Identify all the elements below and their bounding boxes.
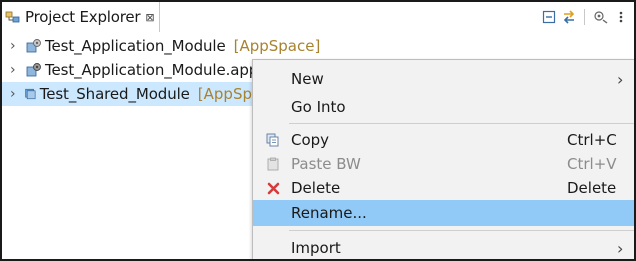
toolbar-separator: [584, 9, 585, 25]
view-toolbar: [538, 7, 630, 27]
project-explorer-tab[interactable]: Project Explorer ⊠: [2, 2, 160, 32]
menu-item-shortcut: Ctrl+C: [567, 131, 617, 149]
submenu-arrow-icon: ›: [617, 69, 624, 89]
shared-module-icon: [25, 88, 36, 100]
menu-item-label: Delete: [291, 179, 341, 197]
collapse-all-icon[interactable]: [540, 8, 558, 26]
menu-item-shortcut: Ctrl+V: [567, 155, 617, 173]
tree-item-label: Test_Shared_Module: [39, 85, 190, 103]
application-module-icon: [26, 39, 41, 53]
appspace-decoration: [AppSpace]: [233, 37, 321, 55]
view-menu-icon[interactable]: [612, 8, 630, 26]
delete-icon: [265, 180, 281, 196]
link-with-editor-icon[interactable]: [560, 8, 578, 26]
chevron-right-icon[interactable]: ›: [10, 86, 18, 102]
menu-separator: [289, 123, 634, 124]
project-explorer-window: Project Explorer ⊠ › Test_Application_Mo…: [0, 0, 636, 261]
close-icon[interactable]: ⊠: [145, 11, 154, 24]
submenu-arrow-icon: ›: [617, 238, 624, 258]
menu-item-label: Paste BW: [291, 155, 361, 173]
tree-item[interactable]: › Test_Application_Module [AppSpace]: [2, 34, 320, 58]
appspace-decoration: [AppSp: [197, 85, 252, 103]
chevron-right-icon[interactable]: ›: [10, 62, 20, 78]
view-header: Project Explorer ⊠: [2, 2, 634, 32]
menu-item-paste-bw[interactable]: Paste BW Ctrl+V: [253, 151, 634, 177]
menu-item-label: Import: [291, 239, 341, 257]
chevron-right-icon[interactable]: ›: [10, 38, 20, 54]
menu-item-rename[interactable]: Rename...: [253, 200, 634, 226]
project-explorer-icon: [5, 11, 20, 23]
tree-item-label: Test_Application_Module.app: [45, 61, 259, 79]
menu-item-label: Rename...: [291, 204, 367, 222]
menu-item-label: Copy: [291, 131, 330, 149]
copy-icon: [265, 132, 281, 148]
tree-item-selected[interactable]: › Test_Shared_Module [AppSp: [2, 82, 252, 106]
tree-item[interactable]: › Test_Application_Module.app: [2, 58, 258, 82]
menu-item-go-into[interactable]: Go Into: [253, 94, 634, 120]
menu-item-import[interactable]: Import ›: [253, 235, 634, 259]
menu-item-new[interactable]: New ›: [253, 66, 634, 92]
menu-item-copy[interactable]: Copy Ctrl+C: [253, 127, 634, 153]
menu-separator: [289, 230, 634, 231]
menu-item-label: Go Into: [291, 98, 346, 116]
menu-item-delete[interactable]: Delete Delete: [253, 175, 634, 201]
paste-icon: [265, 156, 281, 172]
application-module-app-icon: [26, 63, 41, 77]
view-title: Project Explorer: [25, 8, 141, 26]
menu-item-shortcut: Delete: [567, 179, 617, 197]
context-menu: New › Go Into Copy Ctrl+C Paste BW Ctrl+…: [252, 59, 634, 259]
menu-item-label: New: [291, 70, 324, 88]
tree-item-label: Test_Application_Module: [45, 37, 226, 55]
filters-icon[interactable]: [592, 8, 610, 26]
